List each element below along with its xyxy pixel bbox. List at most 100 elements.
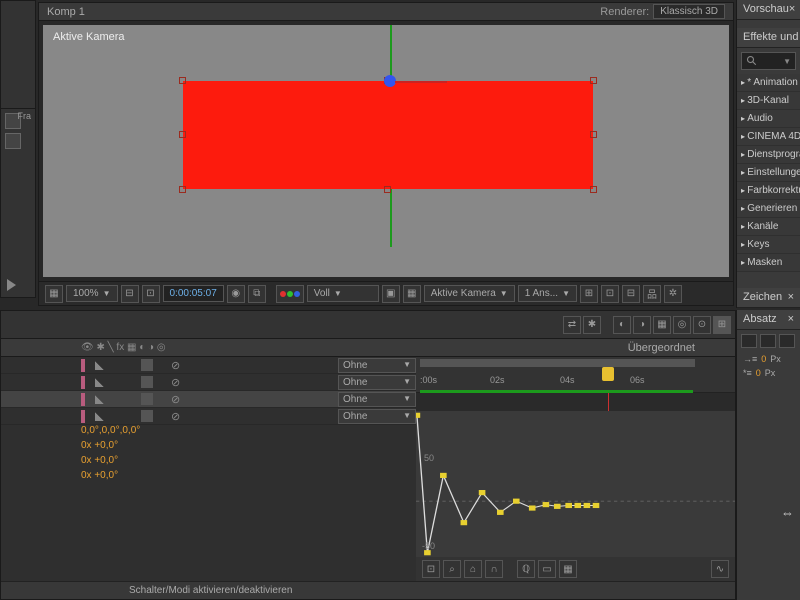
link-icon[interactable]: ⊘: [171, 359, 180, 372]
viewer-footer-toolbar: ▦ 100%▼ ⊟ ⊡ 0:00:05:07 ◉ ⧉ Voll▼ ▣ ▦ Akt…: [39, 281, 733, 305]
snap-icon[interactable]: ∩: [485, 560, 503, 578]
parent-dropdown[interactable]: Ohne▼: [338, 358, 416, 373]
graph-editor-icon[interactable]: ⊞: [713, 316, 731, 334]
grid-icon[interactable]: ▦: [45, 285, 63, 303]
effect-category[interactable]: Generieren: [737, 200, 800, 218]
resize-handle[interactable]: [590, 77, 597, 84]
effect-category[interactable]: Dienstprogramm: [737, 146, 800, 164]
effect-category[interactable]: * Animation: [737, 74, 800, 92]
effect-category[interactable]: Kanäle: [737, 218, 800, 236]
shape-layer[interactable]: [183, 81, 593, 189]
opt-icon[interactable]: ⊞: [580, 285, 598, 303]
zoom-dropdown[interactable]: 100%▼: [66, 285, 118, 302]
align-left-icon[interactable]: [741, 334, 757, 348]
pencil-icon: [95, 360, 107, 370]
composition-viewer: Komp 1 Renderer: Klassisch 3D Aktive Kam…: [38, 2, 734, 306]
opt-icon[interactable]: ⊟: [121, 285, 139, 303]
graph-opt-icon[interactable]: ▭: [538, 560, 556, 578]
graph-opt-icon[interactable]: ⌕: [443, 560, 461, 578]
effect-category[interactable]: Einstellungen: [737, 164, 800, 182]
roi-icon[interactable]: ▣: [382, 285, 400, 303]
effect-category[interactable]: Audio: [737, 110, 800, 128]
effect-category[interactable]: CINEMA 4D: [737, 128, 800, 146]
link-icon[interactable]: ⊘: [171, 393, 180, 406]
layer-row[interactable]: ⊘ Ohne▼: [1, 374, 416, 391]
work-area-bar[interactable]: [420, 359, 695, 367]
show-snapshot-icon[interactable]: ⧉: [248, 285, 266, 303]
opt-icon[interactable]: ⊡: [601, 285, 619, 303]
resize-handle[interactable]: [590, 131, 597, 138]
right-panel-stack: Vorschau× Effekte und ▼ * Animation 3D-K…: [736, 0, 800, 308]
indent-left-field[interactable]: →≡ 0 Px: [737, 352, 800, 366]
current-timecode[interactable]: 0:00:05:07: [163, 285, 224, 302]
time-ruler[interactable]: :00s 02s 04s 06s: [416, 357, 735, 393]
effect-category[interactable]: Farbkorrektur: [737, 182, 800, 200]
timeline-columns-header: 👁 ✱ ╲ fx ▦ ◐ ◑ ◎ Übergeordnet: [1, 339, 735, 357]
align-center-icon[interactable]: [760, 334, 776, 348]
effect-category[interactable]: 3D-Kanal: [737, 92, 800, 110]
easy-ease-icon[interactable]: ∿: [711, 560, 729, 578]
transparency-grid-icon[interactable]: ▦: [403, 285, 421, 303]
value-graph[interactable]: 50 -50: [416, 411, 735, 557]
viewport-canvas[interactable]: Aktive Kamera: [43, 25, 729, 277]
graph-opt-icon[interactable]: ⊡: [422, 560, 440, 578]
link-icon[interactable]: ⊘: [171, 376, 180, 389]
tl-tool-icon[interactable]: ◑: [633, 316, 651, 334]
renderer-label: Renderer:: [600, 6, 649, 18]
resize-handle[interactable]: [179, 131, 186, 138]
preview-panel-tab[interactable]: Vorschau×: [737, 0, 800, 20]
effects-search-input[interactable]: ▼: [741, 52, 796, 70]
align-right-icon[interactable]: [779, 334, 795, 348]
parent-dropdown[interactable]: Ohne▼: [338, 409, 416, 424]
paragraph-panel-tab[interactable]: Absatz×: [737, 310, 800, 330]
resize-handle[interactable]: [179, 77, 186, 84]
resize-handle[interactable]: [179, 186, 186, 193]
character-panel-tab[interactable]: Zeichen×: [737, 288, 800, 308]
graph-opt-icon[interactable]: ▦: [559, 560, 577, 578]
renderer-button[interactable]: Klassisch 3D: [653, 4, 725, 19]
layer-row[interactable]: ⊘ Ohne▼: [1, 408, 416, 425]
graph-opt-icon[interactable]: ℚ: [517, 560, 535, 578]
motion-blur-icon[interactable]: ◎: [673, 316, 691, 334]
layer-row[interactable]: ⊘ Ohne▼: [1, 391, 416, 408]
channel-icon[interactable]: [276, 285, 304, 303]
parent-dropdown[interactable]: Ohne▼: [338, 392, 416, 407]
views-dropdown[interactable]: 1 Ans...▼: [518, 285, 577, 302]
effect-category[interactable]: Masken: [737, 254, 800, 272]
tl-tool-icon[interactable]: ⊙: [693, 316, 711, 334]
y-axis-gizmo: [390, 25, 392, 81]
effect-category[interactable]: Keys: [737, 236, 800, 254]
opt-icon[interactable]: ⊟: [622, 285, 640, 303]
resize-handle[interactable]: [590, 186, 597, 193]
current-time-indicator[interactable]: [602, 367, 614, 381]
property-value[interactable]: 0x +0,0°: [1, 455, 416, 470]
timeline-footer[interactable]: Schalter/Modi aktivieren/deaktivieren: [1, 581, 735, 599]
graph-opt-icon[interactable]: ⌂: [464, 560, 482, 578]
parent-dropdown[interactable]: Ohne▼: [338, 375, 416, 390]
resize-handle[interactable]: [384, 186, 391, 193]
property-value[interactable]: 0x +0,0°: [1, 440, 416, 455]
indent-first-field[interactable]: *≡ 0 Px: [737, 366, 800, 380]
timeline-toolbar: ⇄ ✱ ◐ ◑ ▦ ◎ ⊙ ⊞: [1, 311, 735, 339]
camera-view-dropdown[interactable]: Aktive Kamera▼: [424, 285, 515, 302]
shy-icon[interactable]: ✱: [583, 316, 601, 334]
parent-column-header: Übergeordnet: [628, 342, 695, 354]
resolution-dropdown[interactable]: Voll▼: [307, 285, 379, 302]
graph-editor-area[interactable]: :00s 02s 04s 06s 50 -50: [416, 357, 735, 581]
pencil-icon: [95, 411, 107, 421]
y-axis-label: -50: [422, 541, 435, 551]
tl-tool-icon[interactable]: ⇄: [563, 316, 581, 334]
3d-cube-icon: [141, 410, 153, 422]
tl-tool-icon[interactable]: ◐: [613, 316, 631, 334]
opt-icon[interactable]: 品: [643, 285, 661, 303]
link-icon[interactable]: ⊘: [171, 410, 180, 423]
fast-preview-icon[interactable]: ✲: [664, 285, 682, 303]
opt-icon[interactable]: ⊡: [142, 285, 160, 303]
layer-row[interactable]: ⊘ Ohne▼: [1, 357, 416, 374]
property-value[interactable]: 0,0°,0,0°,0,0°: [1, 425, 416, 440]
effects-panel-tab[interactable]: Effekte und: [737, 28, 800, 48]
snapshot-icon[interactable]: ◉: [227, 285, 245, 303]
tl-tool-icon[interactable]: ▦: [653, 316, 671, 334]
resize-cursor-icon: ⇔: [781, 505, 794, 520]
property-value[interactable]: 0x +0,0°: [1, 470, 416, 485]
